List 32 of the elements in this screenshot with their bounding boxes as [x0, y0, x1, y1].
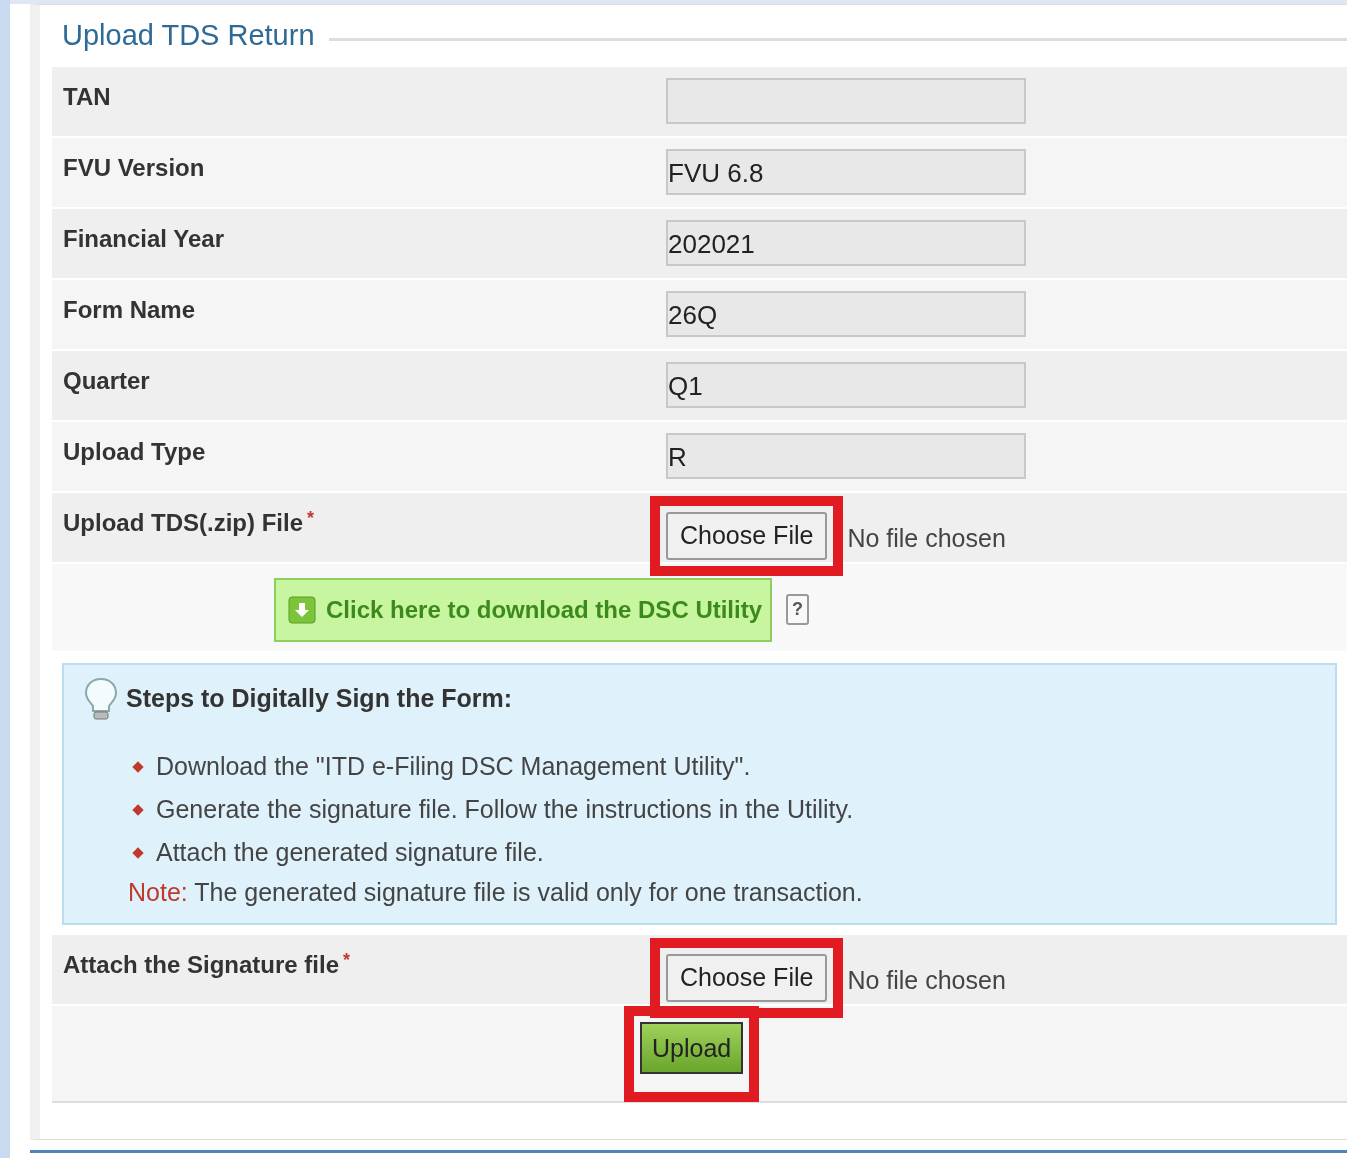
step-text: Attach the generated signature file.	[156, 837, 544, 868]
bullet-icon	[132, 846, 144, 859]
field-label: Quarter	[62, 366, 151, 396]
field-label: TAN	[62, 82, 112, 112]
field-label: Attach the Signature file *	[62, 949, 352, 980]
download-icon	[288, 596, 316, 624]
file-status: No file chosen	[847, 523, 1006, 554]
bullet-icon	[132, 803, 144, 816]
upload-button[interactable]: Upload	[640, 1022, 744, 1074]
field-label: Upload TDS(.zip) File *	[62, 507, 315, 538]
text-field[interactable]: 26Q	[666, 291, 1026, 337]
field-label: Financial Year	[62, 224, 225, 254]
download-link[interactable]: Click here to download the DSC Utility	[274, 578, 773, 642]
lightbulb-icon	[84, 677, 118, 721]
steps-title: Steps to Digitally Sign the Form:	[126, 683, 513, 715]
choose-file-button[interactable]: Choose File	[666, 954, 828, 1002]
choose-file-button[interactable]: Choose File	[666, 512, 828, 560]
step-text: Generate the signature file. Follow the instructions in the Utility.	[156, 794, 854, 825]
field-label: Upload Type	[62, 437, 207, 467]
bullet-icon	[132, 760, 144, 773]
note-text: Note: The generated signature file is valid only for one transaction.	[128, 877, 864, 908]
section-title: Upload TDS Return	[62, 18, 315, 54]
file-status: No file chosen	[847, 965, 1006, 996]
text-field[interactable]: R	[666, 433, 1026, 479]
help-icon[interactable]: ?	[786, 594, 810, 625]
text-field[interactable]: Q1	[666, 362, 1026, 408]
field-label: Form Name	[62, 295, 197, 325]
text-field[interactable]: 202021	[666, 220, 1026, 266]
text-field[interactable]: FVU 6.8	[666, 149, 1026, 195]
text-field[interactable]	[666, 78, 1026, 124]
step-text: Download the "ITD e-Filing DSC Management Utility".	[156, 751, 751, 782]
field-label: FVU Version	[62, 153, 206, 183]
